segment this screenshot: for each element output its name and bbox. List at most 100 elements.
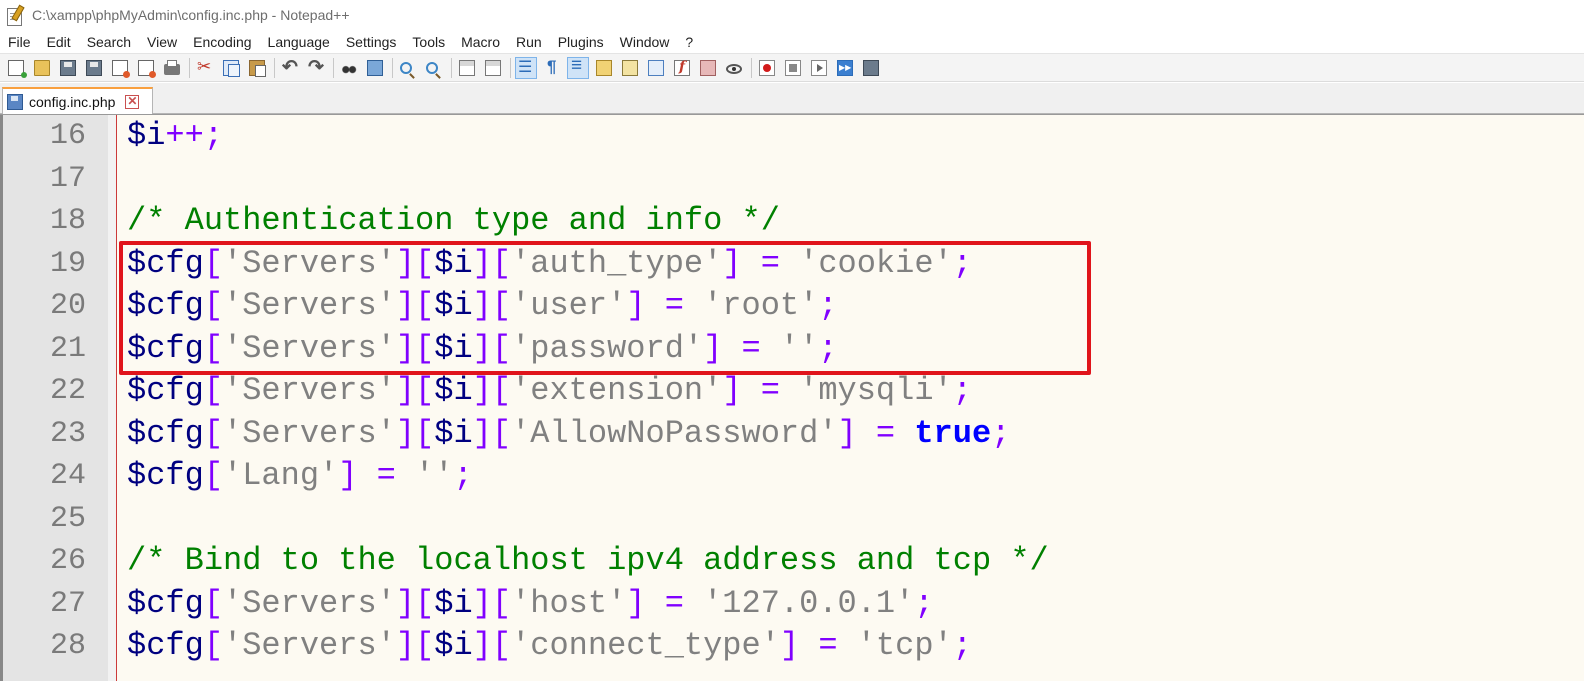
code-token: 'host' <box>511 584 627 622</box>
code-token: ][ <box>395 584 435 622</box>
monitoring-button[interactable] <box>723 57 745 79</box>
close-all-button[interactable] <box>135 57 157 79</box>
user-language-icon <box>596 59 612 76</box>
save-macro-button[interactable] <box>860 57 882 79</box>
toolbar-separator <box>333 57 334 78</box>
menu-view[interactable]: View <box>139 31 185 53</box>
playback-macro-button[interactable] <box>808 57 830 79</box>
code-token: ] = <box>837 414 915 452</box>
code-token: ][ <box>395 372 435 409</box>
menu-bar: File Edit Search View Encoding Language … <box>0 31 1584 53</box>
menu-help[interactable]: ? <box>677 31 701 53</box>
cut-button[interactable] <box>194 57 216 79</box>
document-map-icon <box>622 59 638 76</box>
redo-icon <box>308 56 324 79</box>
code-line[interactable]: 17 <box>0 158 1584 200</box>
record-macro-icon <box>759 59 775 76</box>
menu-search[interactable]: Search <box>79 31 139 53</box>
code-line[interactable]: 18 /* Authentication type and info */ <box>0 200 1584 242</box>
menu-settings[interactable]: Settings <box>338 31 405 53</box>
menu-plugins[interactable]: Plugins <box>550 31 612 53</box>
zoom-in-button[interactable] <box>397 57 419 79</box>
redo-button[interactable] <box>305 56 327 79</box>
toolbar-separator <box>274 57 275 78</box>
folder-as-workspace-button[interactable] <box>697 57 719 79</box>
code-token: 'AllowNoPassword' <box>511 414 838 452</box>
monitoring-icon <box>726 64 742 74</box>
code-line[interactable]: 24 $cfg['Lang'] = ''; <box>0 455 1584 497</box>
code-token: 'extension' <box>511 372 723 409</box>
code-line[interactable]: 22 $cfg['Servers'][$i]['extension'] = 'my… <box>0 370 1584 412</box>
record-macro-button[interactable] <box>756 57 778 79</box>
function-list-button[interactable] <box>671 57 693 79</box>
menu-run[interactable]: Run <box>508 31 550 53</box>
close-icon <box>112 59 130 78</box>
code-editor[interactable]: 16 $i++; 17 18/* Authentication type and in… <box>0 114 1584 681</box>
stop-recording-button[interactable] <box>782 57 804 79</box>
code-text: $cfg['Lang'] = ''; <box>127 455 473 497</box>
sync-vertical-button[interactable] <box>456 57 478 79</box>
code-token: [ <box>203 584 224 622</box>
code-text: $cfg['Servers'][$i]['host'] = '127.0.0.1… <box>127 583 934 625</box>
code-token: $cfg <box>127 627 204 664</box>
word-wrap-icon <box>518 57 534 77</box>
undo-icon <box>282 56 298 79</box>
toolbar-separator <box>751 57 752 78</box>
run-macro-multiple-button[interactable] <box>834 57 856 79</box>
find-button[interactable] <box>338 57 360 79</box>
code-token: [ <box>203 414 224 452</box>
sync-horizontal-icon <box>485 59 501 76</box>
menu-language[interactable]: Language <box>260 31 338 53</box>
menu-macro[interactable]: Macro <box>453 31 508 53</box>
code-token: ; <box>952 627 972 664</box>
tab-close-icon[interactable]: ✕ <box>125 94 140 109</box>
tab-config-inc-php[interactable]: config.inc.php ✕ <box>2 87 153 114</box>
highlight-annotation-box <box>119 241 1091 375</box>
document-map-button[interactable] <box>619 57 641 79</box>
copy-button[interactable] <box>220 57 242 79</box>
new-file-button[interactable] <box>5 57 27 79</box>
code-line[interactable]: 23 $cfg['Servers'][$i]['AllowNoPassword']… <box>0 413 1584 455</box>
code-token: ][ <box>472 584 512 622</box>
code-text: $cfg['Servers'][$i]['extension'] = 'mysq… <box>127 370 972 412</box>
code-line[interactable]: 26 /* Bind to the localhost ipv4 address … <box>0 540 1584 582</box>
code-token: ][ <box>472 414 512 452</box>
code-line[interactable]: 16 $i++; <box>0 115 1584 157</box>
code-line[interactable]: 28 $cfg['Servers'][$i]['connect_type'] = … <box>0 625 1584 667</box>
code-token: $i <box>434 627 473 664</box>
save-all-button[interactable] <box>83 57 105 79</box>
sync-horizontal-button[interactable] <box>482 57 504 79</box>
print-button[interactable] <box>161 57 183 79</box>
line-number: 17 <box>49 161 86 196</box>
menu-edit[interactable]: Edit <box>39 31 79 53</box>
indent-guide-icon <box>570 55 586 77</box>
menu-tools[interactable]: Tools <box>404 31 453 53</box>
undo-button[interactable] <box>279 56 301 79</box>
menu-file[interactable]: File <box>0 31 39 53</box>
replace-button[interactable] <box>364 57 386 79</box>
copy-icon <box>223 59 240 77</box>
code-token: ; <box>914 584 934 622</box>
cut-icon <box>197 57 213 77</box>
paste-button[interactable] <box>246 57 268 79</box>
menu-encoding[interactable]: Encoding <box>185 31 259 53</box>
close-button[interactable] <box>109 57 131 79</box>
open-file-button[interactable] <box>31 57 53 79</box>
close-all-icon <box>138 59 156 78</box>
save-button[interactable] <box>57 57 79 79</box>
user-language-button[interactable] <box>593 57 615 79</box>
menu-window[interactable]: Window <box>612 31 678 53</box>
indent-guide-button[interactable] <box>567 55 589 79</box>
code-token: true <box>914 414 992 452</box>
title-bar: C:\xampp\phpMyAdmin\config.inc.php - Not… <box>0 0 1584 30</box>
code-token: ][ <box>395 627 435 664</box>
document-list-button[interactable] <box>645 57 667 79</box>
new-file-icon <box>8 59 27 78</box>
code-line[interactable]: 25 <box>0 498 1584 540</box>
word-wrap-button[interactable] <box>515 56 537 79</box>
zoom-out-button[interactable] <box>423 57 445 79</box>
code-token: 'connect_type' <box>511 627 780 664</box>
show-all-chars-button[interactable] <box>541 57 563 79</box>
code-token: 'tcp' <box>856 627 953 664</box>
code-line[interactable]: 27 $cfg['Servers'][$i]['host'] = '127.0.0… <box>0 583 1584 625</box>
